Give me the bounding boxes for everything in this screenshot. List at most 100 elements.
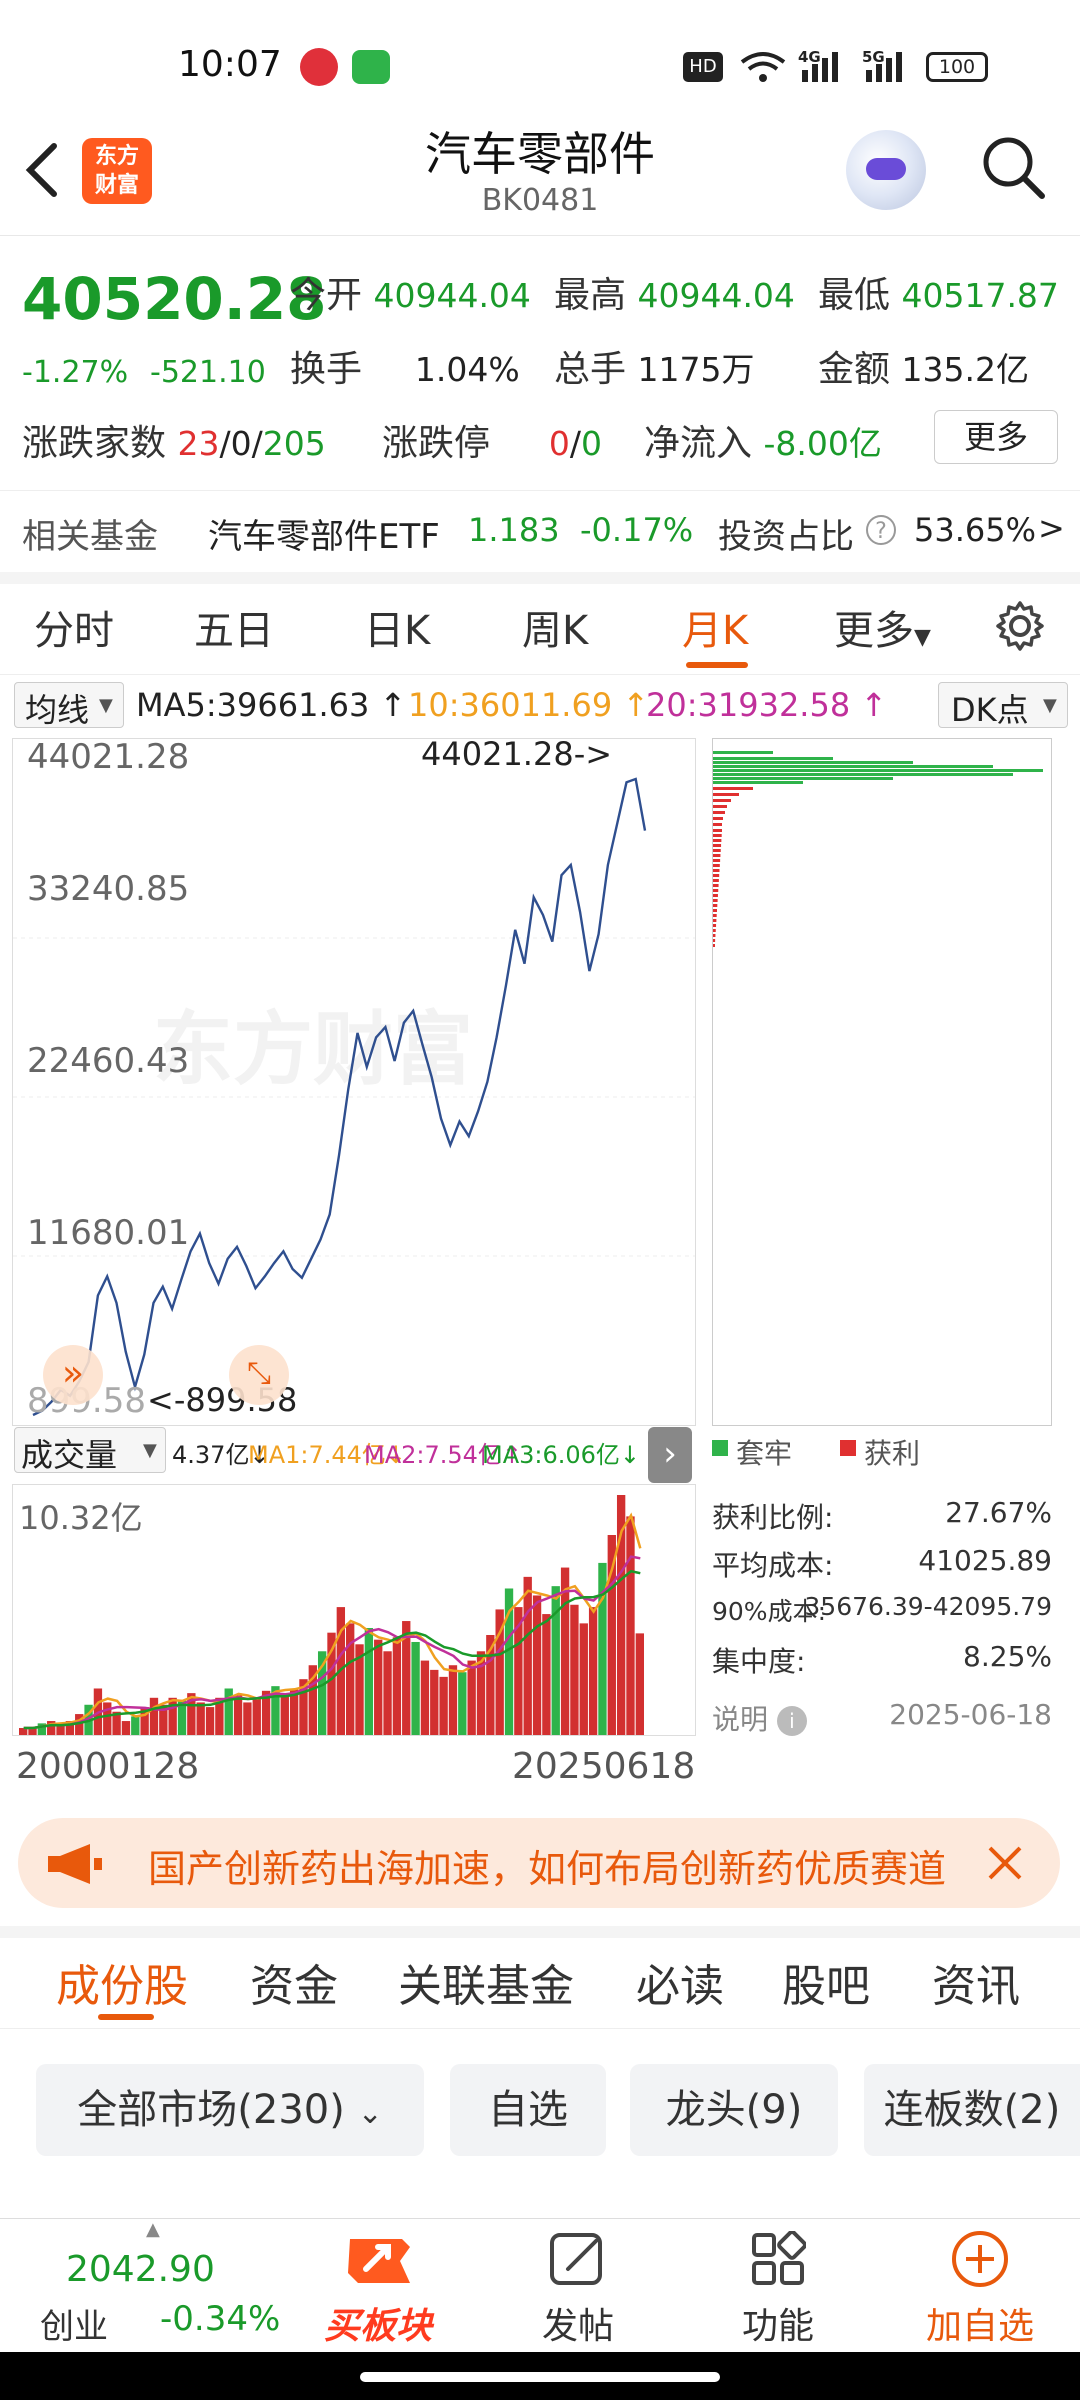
open-stat: 今开 40944.04: [290, 266, 531, 318]
open-label: 今开: [290, 275, 363, 316]
index-name: 创业: [40, 2307, 108, 2347]
high-stat: 最高 40944.04: [554, 266, 795, 318]
volume-bar: [635, 1633, 644, 1735]
tab-forum[interactable]: 股吧: [782, 1950, 870, 2014]
info-icon[interactable]: i: [776, 1706, 807, 1736]
volume-bar: [467, 1660, 476, 1735]
tab-more-label: 更多: [834, 608, 914, 654]
content-tabs: 成份股 资金 关联基金 必读 股吧 资讯: [0, 1938, 1080, 2029]
home-gesture-handle[interactable]: [360, 2372, 720, 2382]
chip-bar: [713, 757, 833, 760]
amount-value: 135.2亿: [901, 350, 1029, 389]
chip-bar: [713, 793, 739, 796]
x-end-date: 20250618: [512, 1746, 696, 1787]
chip-bar: [713, 929, 716, 932]
tab-constituents[interactable]: 成份股: [56, 1950, 188, 2014]
netflow-stat: 净流入 -8.00亿: [644, 414, 882, 466]
post-button[interactable]: 发帖: [498, 2219, 658, 2349]
index-ticker[interactable]: ▲ 2042.90 创业 -0.34%: [22, 2219, 280, 2349]
chip-bar: [713, 777, 893, 780]
price-chart[interactable]: 东方财富 44021.28 33240.85 22460.43 11680.01…: [12, 735, 696, 1426]
tab-must-read[interactable]: 必读: [636, 1950, 724, 2014]
chip-bar: [713, 889, 719, 892]
fund-arrow-icon[interactable]: >: [1038, 509, 1065, 547]
volume-selector[interactable]: 成交量 ▼: [14, 1427, 166, 1474]
buy-sector-icon: [340, 2231, 416, 2295]
tab-daily-k[interactable]: 日K: [364, 598, 430, 656]
market-filter-dropdown[interactable]: 全部市场(230) ⌄: [36, 2064, 424, 2156]
volume-chart[interactable]: 10.32亿: [12, 1484, 696, 1736]
chip-distribution-chart[interactable]: [712, 738, 1052, 1426]
signal-5g-icon: 5G: [862, 48, 908, 88]
chip-bar: [713, 773, 1013, 776]
volume-bar: [280, 1693, 289, 1735]
dk-point-selector[interactable]: DK点 ▼: [938, 682, 1068, 729]
tab-monthly-k[interactable]: 月K: [682, 598, 748, 656]
tab-news[interactable]: 资讯: [932, 1950, 1020, 2014]
updown-count-stat: 涨跌家数 23/0/205: [22, 423, 326, 464]
expand-double-arrow-icon[interactable]: »: [43, 1345, 103, 1405]
functions-button[interactable]: 功能: [698, 2219, 858, 2349]
tab-weekly-k[interactable]: 周K: [522, 598, 588, 656]
limit-up-count: 0: [548, 424, 570, 463]
volume-bar: [542, 1614, 551, 1735]
fund-name[interactable]: 汽车零部件ETF: [208, 509, 440, 558]
chip-bar: [713, 839, 722, 842]
ma10-text: 10:36011.69: [408, 686, 613, 724]
avg-cost-row: 平均成本: 41025.89: [712, 1544, 1052, 1584]
chip-bar: [713, 894, 718, 897]
ma-selector[interactable]: 均线 ▼: [14, 682, 124, 729]
chip-bar: [713, 924, 717, 927]
turnover-value: 1.04%: [414, 350, 520, 389]
ai-assistant-icon[interactable]: [846, 130, 926, 210]
volume-bar: [364, 1628, 374, 1735]
volume-bar: [579, 1623, 588, 1735]
news-ticker[interactable]: 国产创新药出海加速，如何布局创新药优质赛道: [18, 1818, 1060, 1908]
consecutive-limit-filter[interactable]: 连板数(2): [864, 2064, 1080, 2156]
volume-bar: [411, 1641, 420, 1735]
volume-bar: [196, 1702, 205, 1735]
close-icon[interactable]: [984, 1842, 1026, 1888]
buy-sector-button[interactable]: 买板块: [298, 2219, 458, 2349]
indicator-next-button[interactable]: ›: [648, 1427, 692, 1483]
volume-bar: [570, 1604, 579, 1735]
concentration-row: 集中度: 8.25%: [712, 1640, 1052, 1680]
chip-bar: [713, 909, 717, 912]
volume-bar: [243, 1702, 252, 1735]
market-filter-label: 全部市场(230): [77, 2087, 345, 2133]
search-icon[interactable]: [980, 134, 1045, 199]
volume-bar: [448, 1665, 458, 1735]
updown-label: 涨跌家数: [22, 423, 167, 464]
concentration-label: 集中度:: [712, 1645, 806, 1678]
leader-filter[interactable]: 龙头(9): [630, 2064, 838, 2156]
caret-up-icon: ▲: [146, 2219, 160, 2240]
hd-icon: HD: [683, 52, 723, 82]
tab-related-funds[interactable]: 关联基金: [398, 1950, 574, 2014]
ma20-text: 20:31932.58: [646, 686, 851, 724]
tab-intraday[interactable]: 分时: [34, 598, 114, 656]
chip-bar: [713, 817, 723, 820]
fullscreen-arrows-icon[interactable]: ⤡: [229, 1345, 289, 1405]
ticker-text: 国产创新药出海加速，如何布局创新药优质赛道: [148, 1847, 947, 1891]
more-stats-button[interactable]: 更多: [934, 410, 1058, 464]
volume-bar: [523, 1576, 532, 1735]
add-watchlist-button[interactable]: 加自选: [900, 2219, 1060, 2349]
battery-icon: 100: [926, 52, 988, 82]
dropdown-triangle-icon: ▼: [914, 625, 931, 650]
chip-bar: [713, 805, 727, 808]
ma-legend-row: 均线 ▼ MA5:39661.63 ↑ 10:36011.69 ↑ 20:319…: [0, 680, 1080, 730]
help-icon[interactable]: ?: [866, 515, 896, 545]
watchlist-filter[interactable]: 自选: [450, 2064, 606, 2156]
tab-more[interactable]: 更多▼: [834, 598, 931, 656]
fund-price: 1.183: [468, 511, 560, 549]
fund-section-label: 相关基金: [22, 517, 158, 557]
tab-funds[interactable]: 资金: [250, 1950, 338, 2014]
volume-current-text: 4.37亿: [172, 1441, 250, 1469]
tab-five-day[interactable]: 五日: [194, 598, 274, 656]
volume-bar: [252, 1697, 261, 1735]
related-fund-row[interactable]: 相关基金 汽车零部件ETF 1.183 -0.17% 投资占比 ? 53.65%…: [0, 490, 1080, 571]
dk-note-row[interactable]: 说明 i 2025-06-18: [712, 1698, 1052, 1738]
volume-label: 总手: [554, 349, 627, 390]
turnover-stat: 换手 1.04%: [290, 340, 520, 392]
settings-gear-icon[interactable]: [992, 598, 1048, 658]
